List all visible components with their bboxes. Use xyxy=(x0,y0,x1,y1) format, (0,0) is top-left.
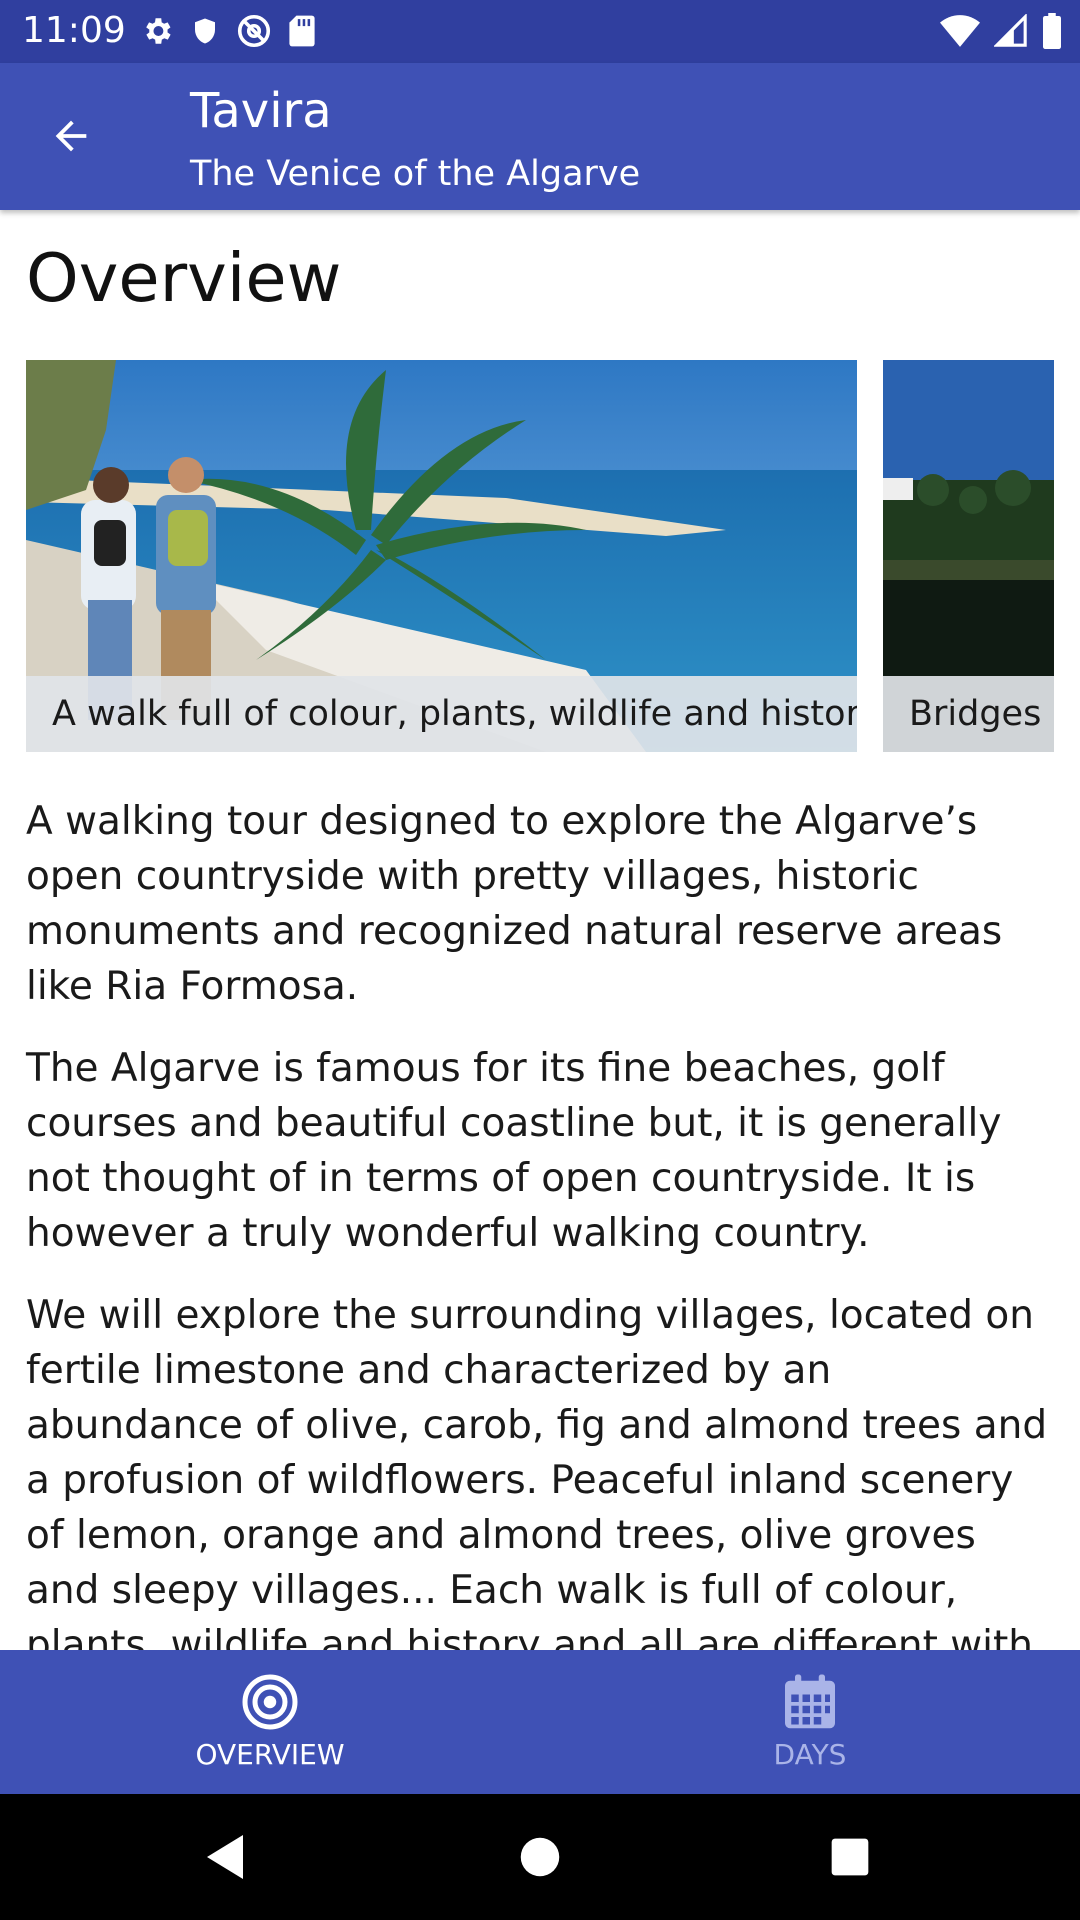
system-back-button[interactable] xyxy=(190,1822,260,1892)
system-recents-button[interactable] xyxy=(815,1822,885,1892)
overview-content[interactable]: Overview A walk full of colour, plants, … xyxy=(0,210,1080,1650)
app-screen: 11:09 Tavira The Venice of the Algarve O… xyxy=(0,0,1080,1920)
nav-days-label: DAYS xyxy=(773,1738,847,1771)
status-icons-right xyxy=(940,12,1062,50)
app-title: Tavira xyxy=(190,83,332,139)
section-title: Overview xyxy=(26,239,342,317)
carousel-card[interactable]: A walk full of colour, plants, wildlife … xyxy=(26,360,857,752)
target-icon xyxy=(242,1674,298,1730)
at-sign-icon xyxy=(237,14,271,48)
nav-days[interactable]: DAYS xyxy=(540,1650,1080,1794)
paragraph: The Algarve is famous for its fine beach… xyxy=(26,1046,1002,1256)
system-home-button[interactable] xyxy=(505,1822,575,1892)
bottom-navigation: OVERVIEW DAYS xyxy=(0,1650,1080,1794)
back-triangle-icon xyxy=(207,1835,243,1879)
battery-icon xyxy=(1043,13,1061,49)
back-button[interactable] xyxy=(36,101,106,171)
app-bar: Tavira The Venice of the Algarve xyxy=(0,63,1080,210)
carousel-caption: A walk full of colour, plants, wildlife … xyxy=(26,676,857,752)
cell-signal-icon xyxy=(994,14,1027,47)
system-navigation-bar xyxy=(0,1794,1080,1920)
arrow-back-icon xyxy=(55,120,87,152)
status-bar: 11:09 xyxy=(0,0,1080,63)
gear-icon xyxy=(146,18,171,44)
carousel-card[interactable]: Bridges a xyxy=(883,360,1054,752)
nav-overview-label: OVERVIEW xyxy=(195,1738,345,1771)
overview-description: A walking tour designed to explore the A… xyxy=(26,794,1056,1650)
sd-card-icon xyxy=(289,15,315,47)
shield-icon xyxy=(195,18,215,44)
wifi-icon xyxy=(940,15,980,47)
recents-square-icon xyxy=(831,1838,869,1876)
status-time: 11:09 xyxy=(22,10,126,51)
calendar-icon xyxy=(785,1674,835,1729)
home-circle-icon xyxy=(520,1837,560,1877)
paragraph: We will explore the surrounding villages… xyxy=(26,1293,1048,1650)
image-carousel[interactable]: A walk full of colour, plants, wildlife … xyxy=(26,360,1080,752)
app-subtitle: The Venice of the Algarve xyxy=(190,154,641,194)
status-icons-left xyxy=(140,12,316,50)
nav-overview[interactable]: OVERVIEW xyxy=(0,1650,540,1794)
carousel-caption: Bridges a xyxy=(883,676,1054,752)
paragraph: A walking tour designed to explore the A… xyxy=(26,799,1003,1009)
